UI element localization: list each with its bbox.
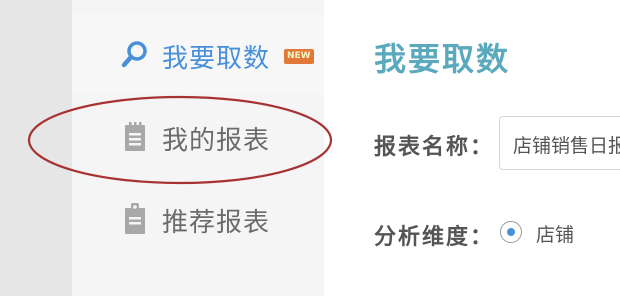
notepad-icon — [120, 122, 150, 152]
sidebar: 我要取数 NEW 我的报表 推荐报表 — [72, 0, 324, 296]
main-panel: 我要取数 报表名称： 店铺销售日报 分析维度： 店铺 — [324, 0, 620, 296]
report-name-value: 店铺销售日报 — [513, 135, 620, 157]
sidebar-item-label: 我的报表 — [162, 126, 271, 156]
radio-selected-dot — [507, 228, 515, 236]
app-window: 我要取数 NEW 我的报表 推荐报表 我要取数 报表名称： 店铺销售日报 分析维… — [0, 0, 620, 296]
page-title: 我要取数 — [374, 40, 511, 78]
left-gutter — [0, 0, 72, 296]
sidebar-item-fetch-data[interactable]: 我要取数 NEW — [72, 14, 324, 94]
dimension-option-label: 店铺 — [536, 224, 575, 246]
clipboard-icon — [120, 203, 150, 234]
search-icon — [120, 39, 150, 69]
sidebar-item-label: 我要取数 — [162, 44, 271, 74]
dimension-label: 分析维度： — [374, 225, 495, 250]
new-badge: NEW — [284, 49, 314, 64]
report-name-input[interactable]: 店铺销售日报 — [499, 116, 620, 170]
dimension-radio-store[interactable] — [500, 221, 522, 243]
sidebar-item-my-reports[interactable]: 我的报表 — [72, 96, 324, 176]
sidebar-item-recommended-reports[interactable]: 推荐报表 — [72, 178, 324, 258]
report-name-label: 报表名称： — [374, 135, 495, 160]
sidebar-item-label: 推荐报表 — [162, 208, 271, 238]
